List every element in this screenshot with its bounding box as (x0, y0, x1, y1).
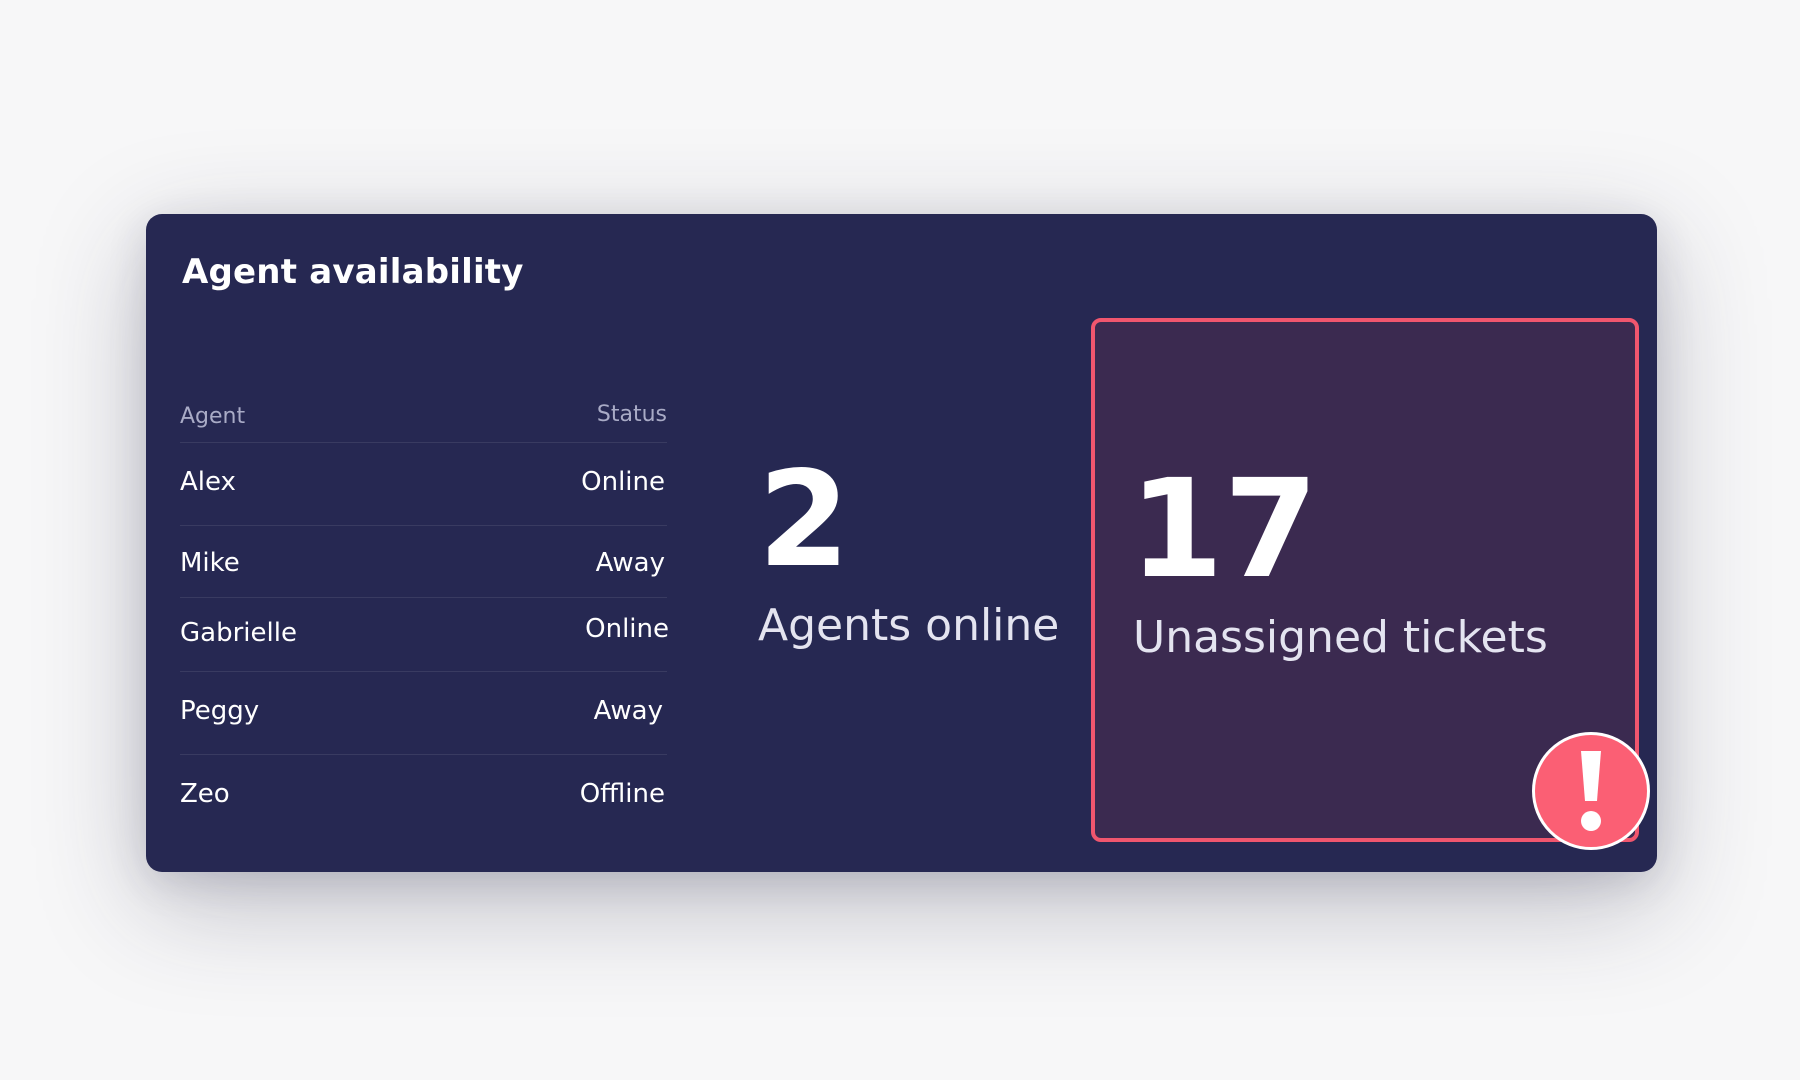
table-header: Agent Status (180, 382, 667, 443)
unassigned-tickets-count: 17 (1129, 451, 1319, 609)
agent-availability-panel: Agent availability Agent Status Alex Onl… (146, 214, 1657, 872)
agent-status: Away (595, 548, 665, 578)
alert-badge[interactable] (1532, 732, 1650, 850)
agent-name: Peggy (180, 696, 260, 726)
agent-status: Away (593, 696, 663, 726)
agent-status: Online (585, 614, 669, 644)
agent-name: Gabrielle (180, 618, 297, 648)
table-row: Gabrielle Online (180, 598, 669, 672)
status-column-header: Status (596, 402, 667, 427)
dashboard-stage: Agent availability Agent Status Alex Onl… (0, 0, 1800, 1080)
agent-status: Online (581, 467, 665, 497)
agent-column-header: Agent (180, 404, 246, 429)
table-row: Mike Away (180, 526, 667, 598)
table-row: Peggy Away (180, 672, 667, 755)
agent-name: Zeo (180, 779, 230, 809)
table-row: Alex Online (180, 443, 667, 526)
agent-status: Offline (579, 779, 665, 809)
unassigned-tickets-label: Unassigned tickets (1133, 612, 1548, 663)
panel-title: Agent availability (182, 252, 524, 292)
agents-online-label: Agents online (758, 600, 1060, 651)
agents-online-metric: 2 Agents online (758, 454, 1088, 651)
agent-name: Mike (180, 548, 240, 578)
table-row: Zeo Offline (180, 755, 667, 837)
agent-name: Alex (180, 467, 236, 497)
agents-online-count: 2 (758, 443, 850, 597)
exclamation-icon (1581, 751, 1601, 831)
agent-table: Agent Status Alex Online Mike Away Gabri… (180, 382, 669, 837)
